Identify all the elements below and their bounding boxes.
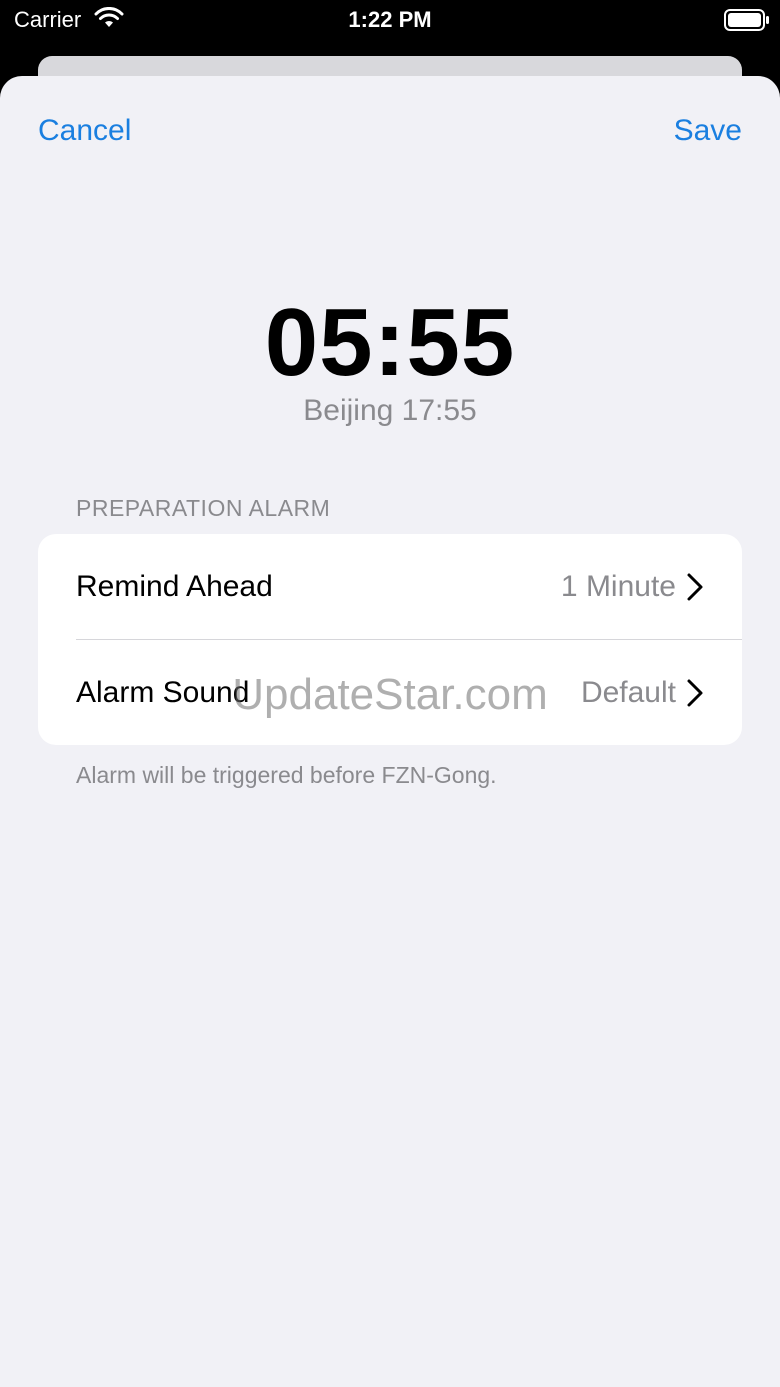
alarm-sound-value: Default — [580, 676, 676, 709]
cancel-button[interactable]: Cancel — [38, 114, 131, 148]
section-header: PREPARATION ALARM — [76, 495, 331, 521]
remind-ahead-row[interactable]: Remind Ahead 1 Minute — [38, 534, 742, 640]
preparation-alarm-group: Remind Ahead 1 Minute Alarm Sound Defaul… — [38, 534, 742, 745]
chevron-right-icon — [687, 573, 703, 601]
alarm-sound-label: Alarm Sound — [76, 676, 250, 709]
alarm-sound-row[interactable]: Alarm Sound Default — [38, 640, 742, 745]
status-time: 1:22 PM — [348, 7, 432, 32]
alarm-time: 05:55 — [264, 289, 516, 396]
alarm-subtitle: Beijing 17:55 — [303, 394, 477, 427]
remind-ahead-value: 1 Minute — [560, 570, 676, 603]
battery-icon — [724, 9, 769, 31]
status-bar: Carrier 1:22 PM — [0, 0, 780, 56]
chevron-right-icon — [687, 679, 703, 707]
alarm-edit-sheet: Cancel Save 05:55 Beijing 17:55 PREPARAT… — [0, 76, 780, 1387]
remind-ahead-label: Remind Ahead — [76, 570, 273, 603]
section-footer-note: Alarm will be triggered before FZN-Gong. — [76, 762, 497, 788]
save-button[interactable]: Save — [674, 114, 742, 148]
